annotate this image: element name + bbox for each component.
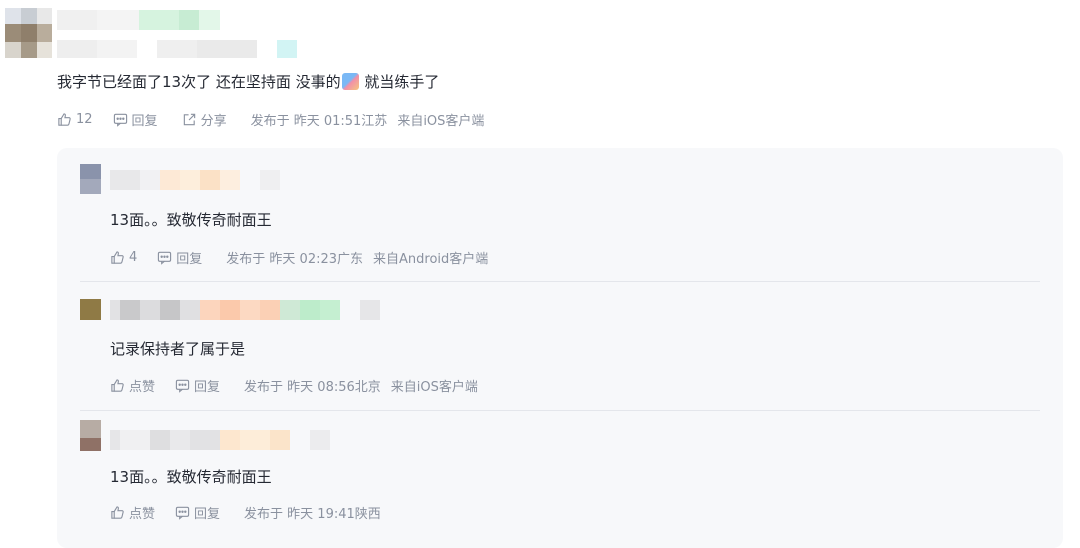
reply-button[interactable]: 回复 <box>175 503 220 522</box>
client-source: 来自Android客户端 <box>373 251 489 267</box>
username[interactable] <box>110 170 280 190</box>
publish-info: 发布于 昨天 19:41陕西 <box>244 506 381 522</box>
like-button[interactable]: 点赞 <box>110 503 155 522</box>
reply-text: 记录保持者了属于是 <box>110 340 246 358</box>
publish-info: 发布于 昨天 01:51江苏 <box>250 113 388 129</box>
thumb-up-icon <box>58 112 71 126</box>
thumb-up-icon <box>111 505 124 519</box>
avatar[interactable] <box>80 164 101 194</box>
comment-icon <box>175 506 190 520</box>
reply-actions: 点赞 回复 发布于 昨天 08:56北京 来自iOS客户端 <box>110 375 478 395</box>
comment-actions: 12 回复 分享 发布于 昨天 01:51江苏 来自iOS客户端 <box>57 109 484 129</box>
share-icon <box>183 113 195 125</box>
emoji-icon <box>341 73 359 90</box>
avatar[interactable] <box>80 420 101 451</box>
comment-text: 我字节已经面了13次了 还在坚持面 没事的 就当练手了 <box>57 73 440 91</box>
like-button[interactable]: 12 <box>57 112 93 127</box>
username[interactable] <box>110 300 400 320</box>
divider <box>80 410 1040 411</box>
client-source: 来自iOS客户端 <box>397 113 485 129</box>
thumb-up-icon <box>111 250 124 264</box>
username[interactable] <box>110 430 350 450</box>
reply-text: 13面。。致敬传奇耐面王 <box>110 211 272 229</box>
username[interactable] <box>57 10 220 30</box>
user-info <box>57 40 340 58</box>
publish-info: 发布于 昨天 02:23广东 <box>226 251 364 267</box>
avatar[interactable] <box>80 299 101 320</box>
reply-actions: 4 回复 发布于 昨天 02:23广东 来自Android客户端 <box>110 247 488 267</box>
publish-info: 发布于 昨天 08:56北京 <box>244 379 381 395</box>
reply-actions: 点赞 回复 发布于 昨天 19:41陕西 <box>110 502 381 522</box>
thumb-up-icon <box>111 378 124 392</box>
like-button[interactable]: 点赞 <box>110 376 155 395</box>
comment-icon <box>158 251 172 265</box>
comment-icon <box>175 379 190 393</box>
reply-button[interactable]: 回复 <box>175 376 220 395</box>
avatar[interactable] <box>5 8 52 58</box>
reply-button[interactable]: 回复 <box>113 110 158 129</box>
divider <box>80 281 1040 282</box>
reply-button[interactable]: 回复 <box>157 248 202 267</box>
like-button[interactable]: 4 <box>110 250 137 265</box>
comment-icon <box>113 113 127 127</box>
client-source: 来自iOS客户端 <box>390 379 478 395</box>
share-button[interactable]: 分享 <box>182 110 227 129</box>
reply-text: 13面。。致敬传奇耐面王 <box>110 468 272 486</box>
